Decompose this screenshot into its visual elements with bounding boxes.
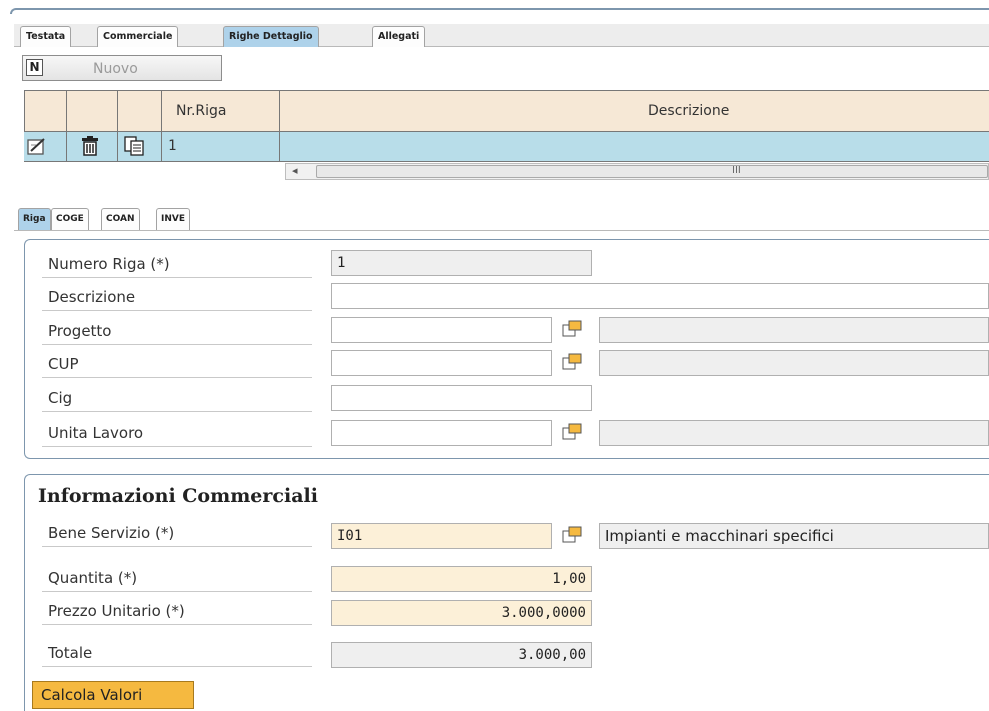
cell-nr-riga: 1	[168, 138, 177, 154]
sub-tab-line	[14, 230, 989, 231]
bene-servizio-field[interactable]: I01	[331, 523, 552, 549]
edit-icon[interactable]	[26, 136, 48, 158]
descrizione-field[interactable]	[331, 283, 989, 309]
prezzo-unitario-label: Prezzo Unitario (*)	[42, 598, 312, 625]
progetto-field[interactable]	[331, 317, 552, 343]
commerciali-title: Informazioni Commerciali	[38, 485, 318, 507]
bene-servizio-lookup-icon[interactable]	[561, 526, 583, 544]
quantita-field[interactable]: 1,00	[331, 566, 592, 592]
tab-coan[interactable]: COAN	[101, 208, 140, 230]
table-row[interactable]: 1	[24, 132, 989, 162]
scroll-left-icon[interactable]: ◂	[292, 164, 298, 177]
totale-field: 3.000,00	[331, 642, 592, 668]
numero-riga-label: Numero Riga (*)	[42, 251, 312, 278]
numero-riga-field: 1	[331, 250, 592, 276]
column-header-descrizione[interactable]: Descrizione	[648, 103, 729, 119]
window-border	[10, 8, 989, 14]
scroll-grip: III	[732, 165, 741, 176]
commerciali-panel	[24, 474, 989, 711]
new-button-label: Nuovo	[93, 61, 138, 77]
cig-field[interactable]	[331, 385, 592, 411]
tab-riga[interactable]: Riga	[18, 208, 51, 230]
column-header-nr-riga[interactable]: Nr.Riga	[176, 103, 226, 119]
unita-lavoro-field[interactable]	[331, 420, 552, 446]
delete-icon[interactable]	[79, 135, 101, 157]
unita-lavoro-label: Unita Lavoro	[42, 420, 312, 447]
copy-icon[interactable]	[123, 135, 145, 157]
bene-servizio-label: Bene Servizio (*)	[42, 520, 312, 547]
prezzo-unitario-field[interactable]: 3.000,0000	[331, 600, 592, 626]
progetto-lookup-icon[interactable]	[561, 320, 583, 338]
tab-testata[interactable]: Testata	[20, 26, 72, 47]
progetto-description	[599, 317, 989, 343]
descrizione-label: Descrizione	[42, 284, 312, 311]
bene-servizio-description: Impianti e macchinari specifici	[599, 523, 989, 549]
cup-description	[599, 350, 989, 376]
grid-header: Nr.Riga Descrizione	[24, 90, 989, 132]
cup-label: CUP	[42, 351, 312, 378]
tab-inve[interactable]: INVE	[156, 208, 190, 230]
cup-lookup-icon[interactable]	[561, 353, 583, 371]
tab-commerciale[interactable]: Commerciale	[97, 26, 179, 47]
tab-righe-dettaglio[interactable]: Righe Dettaglio	[223, 26, 319, 47]
calcola-valori-button[interactable]: Calcola Valori	[32, 681, 194, 709]
cup-field[interactable]	[331, 350, 552, 376]
new-button[interactable]: N Nuovo	[22, 55, 222, 81]
tab-coge[interactable]: COGE	[51, 208, 89, 230]
cig-label: Cig	[42, 385, 312, 412]
totale-label: Totale	[42, 640, 312, 667]
scroll-thumb[interactable]: III	[316, 165, 988, 178]
quantita-label: Quantita (*)	[42, 565, 312, 592]
new-document-icon: N	[26, 59, 43, 76]
horizontal-scrollbar[interactable]: ◂ III	[285, 163, 989, 180]
unita-lavoro-description	[599, 420, 989, 446]
progetto-label: Progetto	[42, 318, 312, 345]
unita-lavoro-lookup-icon[interactable]	[561, 423, 583, 441]
tab-allegati[interactable]: Allegati	[372, 26, 426, 47]
